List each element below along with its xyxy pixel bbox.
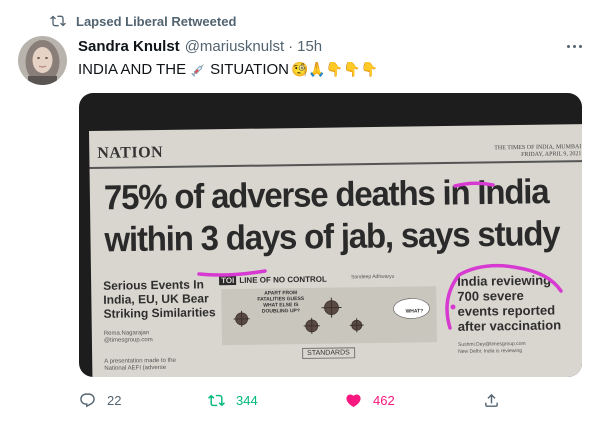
tweet-media-image[interactable]: NATION THE TIMES OF INDIA, MUMBAI FRIDAY…: [79, 93, 582, 377]
like-button[interactable]: 462: [345, 392, 395, 409]
emoji-sequence: 🧐🙏👇👇👇: [290, 61, 379, 77]
ink-dot: [450, 304, 456, 310]
author-handle[interactable]: @mariusknulst: [185, 38, 284, 55]
separator: ·: [288, 38, 294, 55]
more-dot: [566, 44, 570, 48]
social-context[interactable]: Lapsed Liberal Retweeted: [50, 12, 236, 30]
tweet-actions: 22 344 462: [0, 392, 598, 412]
marker-annotations: [197, 181, 563, 330]
underline-3-days: [197, 269, 267, 277]
author-name[interactable]: Sandra Knulst: [78, 38, 180, 55]
retweet-button[interactable]: 344: [208, 392, 258, 409]
share-button[interactable]: [483, 392, 500, 409]
retweeted-by-label: Lapsed Liberal Retweeted: [76, 13, 237, 29]
share-icon: [485, 393, 498, 407]
retweet-count: 344: [236, 393, 258, 408]
circle-india-reviewing: [445, 263, 563, 330]
tweet-text: INDIA AND THE SITUATION 🧐🙏👇👇👇: [78, 61, 380, 78]
retweet-icon: [50, 15, 66, 27]
more-dot: [578, 44, 582, 48]
reply-icon: [80, 393, 95, 408]
reply-button[interactable]: 22: [79, 392, 121, 409]
heart-filled-icon: [346, 394, 361, 407]
tweet-header: Sandra Knulst @mariusknulst · 15h: [78, 38, 322, 55]
tweet-text-end: SITUATION: [210, 61, 289, 78]
like-count: 462: [373, 393, 395, 408]
tweet-text-start: INDIA AND THE: [78, 61, 187, 78]
avatar[interactable]: [18, 36, 67, 85]
more-options-button[interactable]: [563, 38, 585, 54]
retweet-icon: [208, 394, 225, 407]
timestamp[interactable]: 15h: [297, 38, 322, 55]
reply-count: 22: [107, 393, 122, 408]
syringe-icon: [191, 63, 204, 77]
more-dot: [572, 44, 576, 48]
underline-india: [453, 181, 495, 188]
avatar-photo: [18, 36, 67, 85]
